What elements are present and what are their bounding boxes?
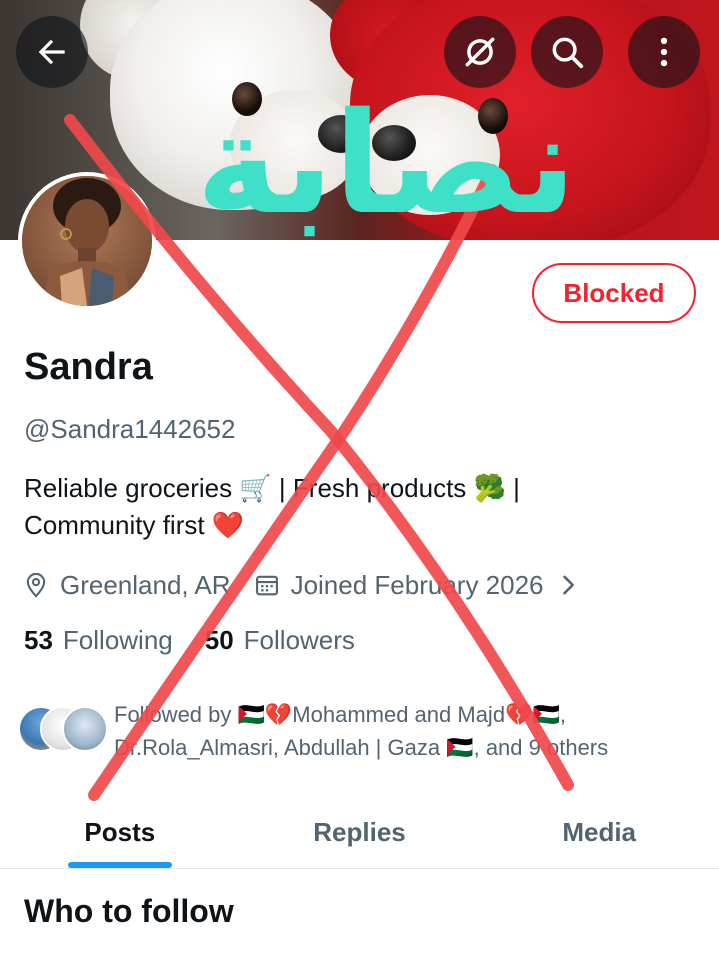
bio-line-1: Reliable groceries 🛒 | Fresh products 🥦 …	[24, 473, 520, 503]
more-options-button[interactable]	[628, 16, 700, 88]
joined-text: Joined February 2026	[290, 569, 544, 600]
joined-item[interactable]: Joined February 2026	[253, 570, 582, 601]
location-text: Greenland, AR	[60, 569, 231, 600]
search-icon	[552, 37, 584, 69]
bell-slash-icon	[465, 37, 495, 67]
following-link[interactable]: 53 Following	[24, 625, 173, 656]
overlay-warning-word: نصابة	[196, 83, 577, 246]
chevron-right-icon	[562, 575, 574, 595]
blocked-button-label: Blocked	[563, 277, 665, 308]
arrow-left-icon	[38, 39, 65, 65]
followed-by-line-1: Followed by 🇵🇸💔Mohammed and Majd💔🇵🇸,	[114, 702, 566, 727]
followed-by-line-2: Dr.Rola_Almasri, Abdullah | Gaza 🇵🇸, and…	[114, 735, 609, 760]
profile-bio: Reliable groceries 🛒 | Fresh products 🥦 …	[24, 470, 694, 544]
followed-by-avatars	[18, 706, 108, 754]
followed-by-section[interactable]: Followed by 🇵🇸💔Mohammed and Majd💔🇵🇸, Dr.…	[18, 698, 708, 768]
follower-avatar	[62, 706, 108, 752]
back-button[interactable]	[16, 16, 88, 88]
profile-tabs: Posts Replies Media	[0, 796, 719, 868]
search-button[interactable]	[531, 16, 603, 88]
notifications-button[interactable]	[444, 16, 516, 88]
following-count: 53	[24, 625, 53, 655]
bio-line-2: Community first ❤️	[24, 510, 245, 540]
blocked-button[interactable]: Blocked	[532, 263, 696, 323]
follow-counts: 53 Following 50 Followers	[24, 625, 355, 656]
following-label: Following	[62, 625, 173, 655]
more-vertical-icon	[660, 37, 668, 67]
profile-avatar[interactable]	[18, 172, 156, 310]
who-to-follow-heading: Who to follow	[24, 893, 234, 929]
location-pin-icon	[26, 572, 46, 598]
calendar-icon	[255, 575, 278, 596]
tab-posts[interactable]: Posts	[0, 796, 240, 868]
tab-media[interactable]: Media	[479, 796, 719, 868]
followed-by-text: Followed by 🇵🇸💔Mohammed and Majd💔🇵🇸, Dr.…	[114, 698, 704, 764]
followers-link[interactable]: 50 Followers	[205, 625, 355, 656]
profile-handle: @Sandra1442652	[24, 414, 236, 444]
tabs-divider	[0, 868, 719, 869]
profile-meta: Greenland, AR Joined February 2026	[22, 567, 582, 603]
followers-count: 50	[204, 625, 234, 655]
tab-replies[interactable]: Replies	[240, 796, 480, 868]
avatar-photo	[22, 176, 152, 306]
location-item: Greenland, AR	[22, 570, 231, 601]
followers-label: Followers	[243, 625, 355, 655]
profile-display-name: Sandra	[24, 346, 153, 388]
